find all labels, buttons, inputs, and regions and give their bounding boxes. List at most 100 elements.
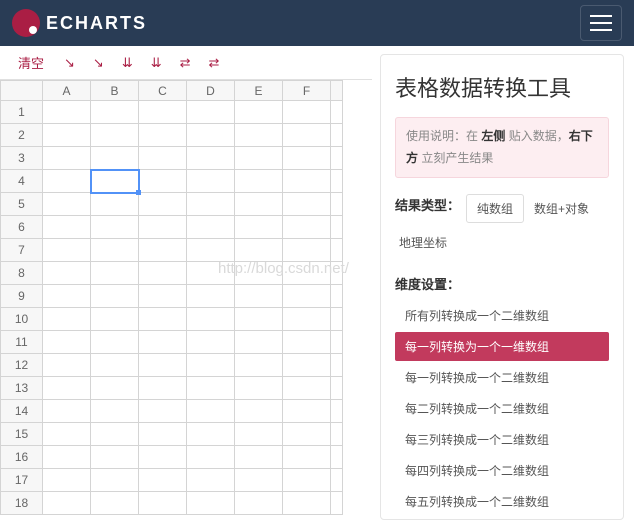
cell[interactable] <box>187 331 235 354</box>
cell[interactable] <box>139 331 187 354</box>
cell[interactable] <box>187 193 235 216</box>
cell[interactable] <box>43 101 91 124</box>
cell[interactable] <box>139 446 187 469</box>
row-header[interactable]: 7 <box>1 239 43 262</box>
dimension-option[interactable]: 每一列转换成一个二维数组 <box>395 363 609 392</box>
arrow-swap-icon[interactable]: ⇄ <box>172 51 199 75</box>
cell[interactable] <box>139 216 187 239</box>
spreadsheet[interactable]: ABCDEF123456789101112131415161718 <box>0 80 372 520</box>
cell[interactable] <box>91 377 139 400</box>
cell[interactable] <box>43 285 91 308</box>
cell[interactable] <box>283 262 331 285</box>
cell[interactable] <box>235 101 283 124</box>
cell[interactable] <box>235 423 283 446</box>
row-header[interactable]: 4 <box>1 170 43 193</box>
col-header[interactable]: E <box>235 81 283 101</box>
cell[interactable] <box>283 124 331 147</box>
cell[interactable] <box>235 216 283 239</box>
cell[interactable] <box>43 262 91 285</box>
cell[interactable] <box>91 170 139 193</box>
cell[interactable] <box>283 239 331 262</box>
cell[interactable] <box>187 377 235 400</box>
type-option-array-obj[interactable]: 数组+对象 <box>530 195 593 222</box>
cell[interactable] <box>283 101 331 124</box>
brand-logo[interactable]: ECHARTS <box>12 9 147 37</box>
cell[interactable] <box>187 400 235 423</box>
dimension-option[interactable]: 每五列转换成一个二维数组 <box>395 487 609 516</box>
cell[interactable] <box>91 262 139 285</box>
cell[interactable] <box>235 377 283 400</box>
cell[interactable] <box>235 331 283 354</box>
row-header[interactable]: 14 <box>1 400 43 423</box>
row-header[interactable]: 12 <box>1 354 43 377</box>
cell[interactable] <box>235 124 283 147</box>
cell[interactable] <box>139 423 187 446</box>
cell[interactable] <box>91 400 139 423</box>
row-header[interactable]: 2 <box>1 124 43 147</box>
cell[interactable] <box>187 124 235 147</box>
col-header[interactable]: B <box>91 81 139 101</box>
row-header[interactable]: 3 <box>1 147 43 170</box>
cell[interactable] <box>187 446 235 469</box>
dimension-option[interactable]: 每三列转换成一个二维数组 <box>395 425 609 454</box>
cell[interactable] <box>187 147 235 170</box>
cell[interactable] <box>235 469 283 492</box>
arrow-diag-icon[interactable]: ↘ <box>56 51 83 75</box>
cell[interactable] <box>187 354 235 377</box>
cell[interactable] <box>91 216 139 239</box>
row-header[interactable]: 5 <box>1 193 43 216</box>
type-option-geo[interactable]: 地理坐标 <box>395 229 451 256</box>
cell[interactable] <box>139 469 187 492</box>
cell[interactable] <box>235 354 283 377</box>
row-header[interactable]: 11 <box>1 331 43 354</box>
arrow-swap2-icon[interactable]: ⇄ <box>201 51 228 75</box>
cell[interactable] <box>235 285 283 308</box>
cell[interactable] <box>139 492 187 515</box>
col-header[interactable]: F <box>283 81 331 101</box>
row-header[interactable]: 18 <box>1 492 43 515</box>
cell[interactable] <box>187 308 235 331</box>
cell[interactable] <box>43 469 91 492</box>
cell[interactable] <box>43 216 91 239</box>
arrow-down2-icon[interactable]: ⇊ <box>143 51 170 75</box>
cell[interactable] <box>235 492 283 515</box>
cell[interactable] <box>283 469 331 492</box>
cell[interactable] <box>43 239 91 262</box>
cell[interactable] <box>235 262 283 285</box>
arrow-diag2-icon[interactable]: ↘ <box>85 51 112 75</box>
cell[interactable] <box>91 492 139 515</box>
cell[interactable] <box>283 331 331 354</box>
cell[interactable] <box>187 170 235 193</box>
cell[interactable] <box>91 331 139 354</box>
row-header[interactable]: 6 <box>1 216 43 239</box>
cell[interactable] <box>187 216 235 239</box>
cell[interactable] <box>91 354 139 377</box>
cell[interactable] <box>43 423 91 446</box>
cell[interactable] <box>283 354 331 377</box>
cell[interactable] <box>235 170 283 193</box>
dimension-option[interactable]: 每四列转换成一个二维数组 <box>395 456 609 485</box>
cell[interactable] <box>139 400 187 423</box>
cell[interactable] <box>43 377 91 400</box>
cell[interactable] <box>43 354 91 377</box>
arrow-down-icon[interactable]: ⇊ <box>114 51 141 75</box>
cell[interactable] <box>235 193 283 216</box>
row-header[interactable]: 16 <box>1 446 43 469</box>
row-header[interactable]: 15 <box>1 423 43 446</box>
cell[interactable] <box>235 147 283 170</box>
cell[interactable] <box>283 285 331 308</box>
dimension-option[interactable]: 所有列转换成一个二维数组 <box>395 301 609 330</box>
dimension-option[interactable]: 每二列转换成一个二维数组 <box>395 394 609 423</box>
col-header[interactable]: D <box>187 81 235 101</box>
row-header[interactable]: 8 <box>1 262 43 285</box>
cell[interactable] <box>91 423 139 446</box>
cell[interactable] <box>283 492 331 515</box>
cell[interactable] <box>43 492 91 515</box>
cell[interactable] <box>91 308 139 331</box>
cell[interactable] <box>187 423 235 446</box>
col-header[interactable]: A <box>43 81 91 101</box>
cell[interactable] <box>139 147 187 170</box>
cell[interactable] <box>283 193 331 216</box>
cell[interactable] <box>139 101 187 124</box>
cell[interactable] <box>187 262 235 285</box>
